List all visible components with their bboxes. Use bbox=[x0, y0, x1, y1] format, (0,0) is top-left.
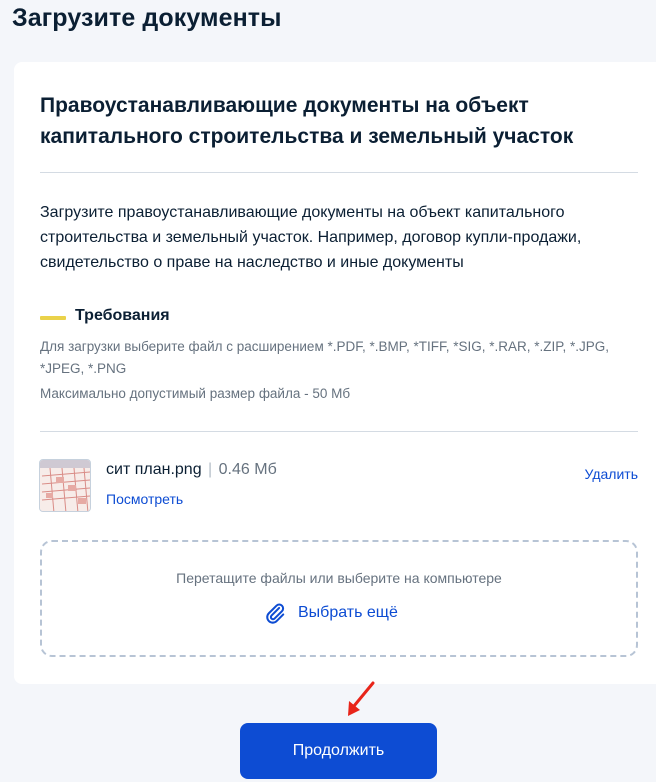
divider bbox=[40, 431, 638, 432]
image-thumbnail-icon bbox=[40, 460, 90, 511]
file-size-group: | 0.46 Мб bbox=[206, 461, 277, 478]
choose-more-label: Выбрать ещё bbox=[298, 604, 398, 621]
requirements-formats: Для загрузки выберите файл с расширением… bbox=[40, 339, 610, 376]
requirements-toggle[interactable]: Требования bbox=[75, 307, 170, 325]
file-dropzone[interactable]: Перетащите файлы или выберите на компьют… bbox=[40, 540, 638, 657]
delete-file-link[interactable]: Удалить bbox=[585, 466, 638, 482]
requirements-marker bbox=[40, 316, 66, 320]
upload-card: Правоустанавливающие документы на объект… bbox=[14, 62, 656, 684]
annotation-arrow-icon bbox=[348, 681, 375, 716]
file-thumbnail[interactable] bbox=[39, 459, 91, 512]
view-file-link[interactable]: Посмотреть bbox=[106, 491, 183, 507]
requirements-max-size: Максимально допустимый размер файла - 50… bbox=[40, 386, 351, 401]
choose-more-button[interactable]: Выбрать ещё bbox=[264, 602, 398, 624]
file-size: 0.46 Мб bbox=[218, 461, 277, 478]
file-name-line: сит план.png | 0.46 Мб bbox=[106, 461, 277, 479]
continue-button[interactable]: Продолжить bbox=[240, 723, 437, 779]
page-title: Загрузите документы bbox=[12, 4, 282, 32]
dropzone-hint: Перетащите файлы или выберите на компьют… bbox=[176, 570, 502, 586]
divider bbox=[40, 172, 638, 173]
section-heading: Правоустанавливающие документы на объект… bbox=[40, 94, 574, 148]
paperclip-icon bbox=[266, 603, 285, 624]
section-description: Загрузите правоустанавливающие документы… bbox=[40, 204, 582, 271]
file-size-separator: | bbox=[208, 461, 213, 478]
file-name: сит план.png bbox=[106, 461, 202, 478]
